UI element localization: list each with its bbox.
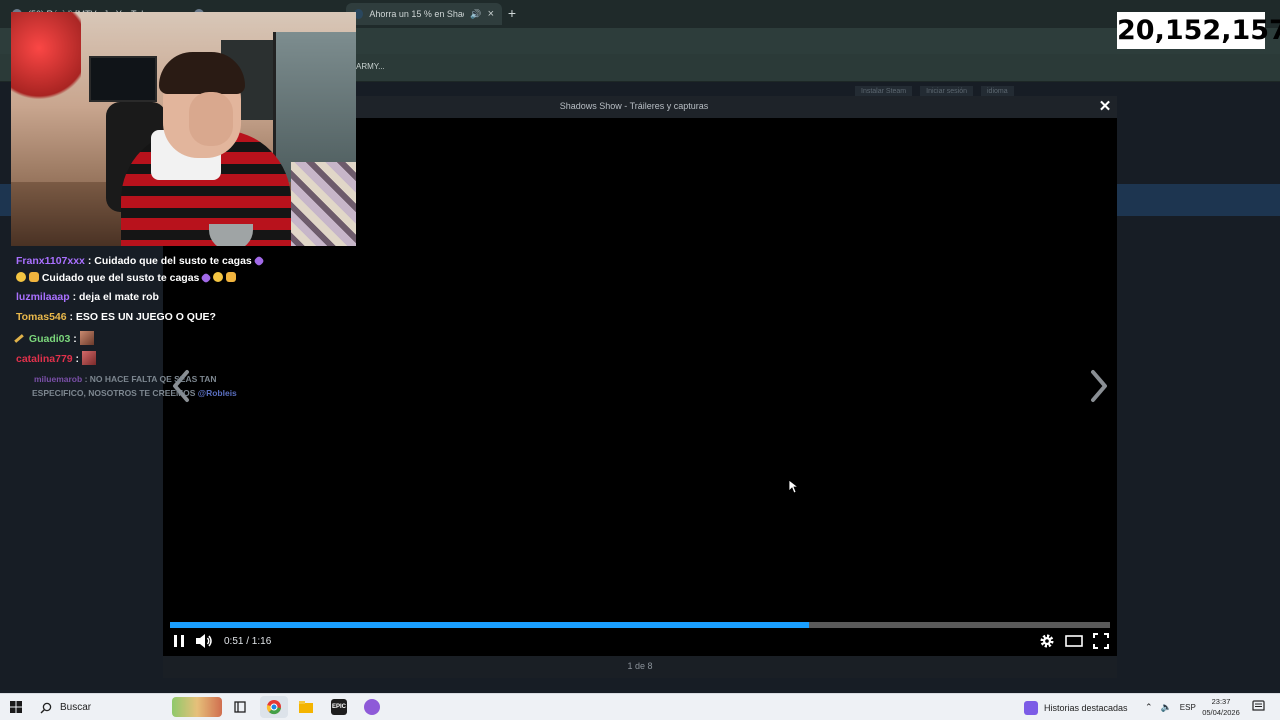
chat-text: : deja el mate rob: [72, 291, 159, 303]
volume-tray-icon[interactable]: 🔈: [1161, 702, 1172, 713]
chat-text: :: [75, 353, 80, 365]
chat-message-fading: miluemarob : NO HACE FALTA QE SEAS TAN: [34, 374, 216, 384]
chat-username: miluemarob: [34, 374, 83, 384]
cam-hair: [159, 52, 245, 94]
system-tray: ⌃ 🔈 ESP: [1145, 694, 1196, 720]
file-explorer-icon[interactable]: [298, 699, 314, 715]
windows-taskbar: Buscar EPIC Historias destacadas ⌃ 🔈 ESP…: [0, 693, 1280, 720]
chat-message: Franx1107xxx : Cuidado que del susto te …: [16, 255, 265, 267]
custom-emote-icon: [79, 331, 94, 345]
tab-label: Ahorra un 15 % en Shadows: [369, 9, 464, 19]
pause-icon[interactable]: [173, 634, 185, 648]
language-indicator[interactable]: ESP: [1180, 703, 1196, 712]
chevron-up-icon[interactable]: ⌃: [1145, 702, 1153, 713]
chat-text: : ESO ES UN JUEGO O QUE?: [69, 311, 216, 323]
video-time: 0:51 / 1:16: [224, 636, 272, 647]
cam-window: [273, 32, 356, 182]
search-highlight-image[interactable]: [172, 697, 222, 717]
settings-gear-icon[interactable]: [1039, 633, 1055, 649]
new-tab-button[interactable]: +: [505, 5, 519, 21]
face-emoji-icon: [213, 272, 224, 282]
cam-posters: [291, 162, 356, 246]
bookmark-item[interactable]: ARMY...: [356, 62, 385, 71]
chat-message: catalina779 :: [16, 351, 96, 365]
purple-heart-icon: [253, 255, 265, 267]
taskbar-clock[interactable]: 23:37 05/04/2026: [1196, 696, 1246, 718]
volume-icon[interactable]: [195, 633, 213, 649]
speaker-icon: 🔊: [470, 8, 482, 19]
cam-light: [11, 12, 81, 102]
news-label: Historias destacadas: [1044, 702, 1128, 713]
cam-tv: [89, 56, 157, 102]
search-icon: [40, 702, 52, 713]
hand-emoji-icon: [28, 272, 39, 282]
brush-badge-icon: [14, 334, 24, 343]
purple-heart-icon: [200, 272, 212, 284]
chat-username: catalina779: [16, 353, 73, 365]
news-widget-icon: [1024, 700, 1038, 715]
clock-date: 05/04/2026: [1202, 708, 1240, 717]
chat-text: : Cuidado que del susto te cagas: [87, 255, 252, 267]
chat-text: Cuidado que del susto te cagas: [41, 272, 200, 284]
tab-steam-shadows[interactable]: Ahorra un 15 % en Shadows 🔊 ×: [346, 3, 502, 25]
widgets-news[interactable]: Historias destacadas: [1024, 694, 1128, 720]
windows-start-icon[interactable]: [10, 701, 22, 713]
chat-text: :: [73, 333, 77, 345]
chat-username: Franx1107xxx: [16, 255, 85, 267]
notifications-icon[interactable]: [1252, 700, 1265, 713]
cam-mate-cup: [209, 224, 253, 246]
face-emoji-icon: [16, 272, 26, 282]
view-counter: 20,152,157: [1117, 12, 1280, 49]
modal-footer: 1 de 8: [163, 656, 1117, 678]
video-controls: 0:51 / 1:16: [163, 630, 1117, 654]
mouse-cursor-icon: [788, 479, 798, 494]
app-taskbar-icon[interactable]: [364, 699, 380, 715]
media-pager: 1 de 8: [627, 661, 653, 671]
epic-games-icon[interactable]: EPIC: [331, 699, 347, 715]
chat-mention: @Robleis: [197, 388, 237, 398]
close-modal-button[interactable]: ✕: [1097, 99, 1113, 115]
streamer-webcam: [11, 12, 356, 246]
video-progress-fill: [170, 622, 810, 628]
task-view-icon[interactable]: [232, 699, 248, 715]
chat-text: : NO HACE FALTA QE SEAS TAN: [84, 374, 217, 384]
chat-message: Guadi03 :: [14, 331, 94, 345]
fullscreen-icon[interactable]: [1093, 633, 1109, 649]
chat-username: Guadi03: [28, 333, 71, 345]
chat-username: luzmilaaap: [16, 291, 70, 303]
chrome-icon: [266, 700, 281, 715]
search-label: Buscar: [60, 702, 92, 713]
chat-message-continued: Cuidado que del susto te cagas: [16, 272, 237, 284]
chrome-taskbar-button[interactable]: [260, 696, 288, 718]
chat-username: Tomas546: [16, 311, 67, 323]
theater-mode-icon[interactable]: [1065, 635, 1083, 647]
screen: (50) Révìdì [MTV…] - YouTube Ahorra un …: [0, 0, 1280, 720]
custom-emote-icon: [81, 351, 96, 365]
previous-arrow-icon[interactable]: [169, 366, 193, 406]
video-progress-bar[interactable]: [170, 622, 1110, 628]
close-tab-icon[interactable]: ×: [488, 8, 494, 20]
cam-hand: [189, 92, 233, 146]
next-arrow-icon[interactable]: [1087, 366, 1111, 406]
clock-time: 23:37: [1211, 697, 1231, 706]
chat-text: ESPECIFICO, NOSOTROS TE CREEMOS: [32, 388, 196, 398]
chat-message: luzmilaaap : deja el mate rob: [16, 291, 159, 303]
chat-message-fading-line2: ESPECIFICO, NOSOTROS TE CREEMOS @Robleis: [32, 388, 237, 398]
chat-message: Tomas546 : ESO ES UN JUEGO O QUE?: [16, 311, 216, 323]
hand-emoji-icon: [226, 272, 237, 282]
